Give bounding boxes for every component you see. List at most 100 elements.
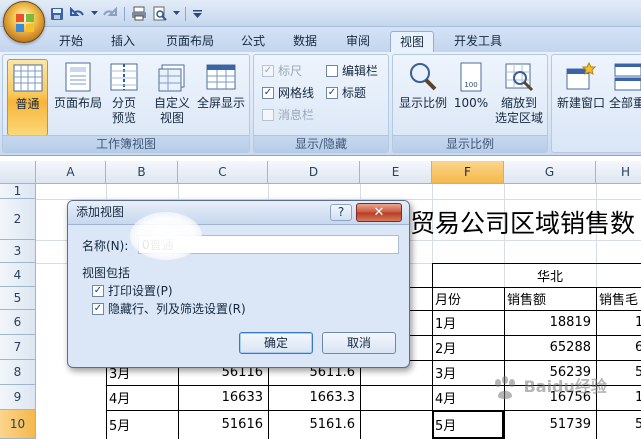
close-icon[interactable]: ✕ <box>356 203 402 222</box>
margin-cell[interactable]: 5 <box>632 360 641 385</box>
row-header-1[interactable]: 1 <box>0 184 36 199</box>
column-header-g[interactable]: G <box>504 161 596 184</box>
column-header-f[interactable]: F <box>432 161 504 184</box>
sales-cell[interactable]: 16633 <box>178 385 268 410</box>
page-break-preview-button[interactable]: 分页 预览 <box>107 59 141 136</box>
sales-cell[interactable]: 65288 <box>504 335 596 360</box>
page-layout-view-label: 页面布局 <box>53 96 102 110</box>
print-settings-checkbox[interactable]: ✓ 打印设置(P) <box>92 282 173 299</box>
page-layout-view-button[interactable]: 页面布局 <box>51 59 105 136</box>
margin-cell[interactable]: 6 <box>632 335 641 360</box>
tab-home[interactable]: 开始 <box>52 31 90 52</box>
row-header-5[interactable]: 5 <box>0 287 36 310</box>
gridlines-checkbox[interactable]: ✓ 网格线 <box>262 84 314 101</box>
row-header-10[interactable]: 10 <box>0 410 36 439</box>
header-sales-cell[interactable]: 销售额 <box>504 287 596 310</box>
row-header-7[interactable]: 7 <box>0 335 36 360</box>
margin-cell[interactable]: 1 <box>632 310 641 335</box>
dialog-body: 名称(N): 视图包括 ✓ 打印设置(P) ✓ 隐藏行、列及筛选设置(R) 确定… <box>72 229 405 363</box>
tab-page-layout[interactable]: 页面布局 <box>158 31 222 52</box>
row-header-4[interactable]: 4 <box>0 263 36 287</box>
zoom-selection-label-2: 选定区域 <box>494 111 543 125</box>
print-preview-dropdown-icon[interactable] <box>172 5 180 23</box>
row-header-6[interactable]: 6 <box>0 310 36 335</box>
new-window-icon <box>566 61 597 90</box>
sales-cell[interactable]: 18819 <box>504 310 596 335</box>
help-button[interactable]: ? <box>330 204 352 221</box>
quick-access-toolbar <box>48 4 203 23</box>
full-screen-label: 全屏显示 <box>196 96 245 110</box>
arrange-all-button[interactable]: 全部重 <box>609 59 641 136</box>
column-header-c[interactable]: C <box>178 161 268 184</box>
undo-dropdown-icon[interactable] <box>90 5 98 23</box>
zoom-to-selection-button[interactable]: 缩放到 选定区域 <box>492 59 546 136</box>
tab-review[interactable]: 审阅 <box>339 31 377 52</box>
print-icon[interactable] <box>130 5 148 23</box>
custom-views-icon <box>158 64 185 92</box>
sales-cell[interactable]: 51739 <box>504 410 596 439</box>
row-header-9[interactable]: 9 <box>0 385 36 410</box>
group-workbook-views: 普通 页面布局 分页 预览 自定义 视图 全屏显示 工作簿视图 <box>2 54 250 153</box>
row-header-3[interactable]: 3 <box>0 240 36 263</box>
month-cell[interactable]: 1月 <box>432 310 504 335</box>
column-header-a[interactable]: A <box>36 161 106 184</box>
normal-view-button[interactable]: 普通 <box>7 59 48 136</box>
select-all-corner[interactable] <box>0 161 36 184</box>
column-header-d[interactable]: D <box>268 161 360 184</box>
ribbon-tabs: 开始 插入 页面布局 公式 数据 审阅 视图 开发工具 <box>0 27 641 52</box>
row-header-2[interactable]: 2 <box>0 199 36 240</box>
page-break-preview-label-2: 预览 <box>111 111 136 125</box>
formula-bar-checkbox[interactable]: 编辑栏 <box>326 62 378 79</box>
zoom-selection-icon <box>505 63 534 92</box>
annotation-highlight <box>130 212 202 260</box>
print-settings-label: 打印设置(P) <box>108 284 173 298</box>
sales-cell[interactable]: 51616 <box>178 410 268 439</box>
view-include-label: 视图包括 <box>82 266 131 280</box>
save-icon[interactable] <box>48 5 66 23</box>
header-month-cell[interactable]: 月份 <box>432 287 504 310</box>
formula-bar-label: 编辑栏 <box>342 64 379 78</box>
ruler-label: 标尺 <box>278 64 303 78</box>
month-cell[interactable]: 5月 <box>106 410 178 439</box>
customize-qat-icon[interactable] <box>191 5 203 23</box>
custom-views-button[interactable]: 自定义 视图 <box>151 59 193 136</box>
normal-view-icon <box>13 64 42 92</box>
region-header-cell[interactable]: 华北 <box>504 263 596 287</box>
cancel-button[interactable]: 取消 <box>322 332 396 354</box>
headings-checkbox[interactable]: ✓ 标题 <box>326 84 366 101</box>
redo-icon[interactable] <box>101 5 119 23</box>
zoom-100-button[interactable]: 100 100% <box>451 59 491 136</box>
sheet-title: 贸易公司区域销售数 <box>410 209 636 238</box>
tab-formulas[interactable]: 公式 <box>234 31 272 52</box>
group-label-zoom: 显示比例 <box>393 135 547 152</box>
page-break-preview-label-1: 分页 <box>111 96 136 110</box>
column-header-e[interactable]: E <box>360 161 432 184</box>
margin-cell[interactable]: 1663.3 <box>268 385 360 410</box>
zoom-selection-label-1: 缩放到 <box>500 96 537 110</box>
group-label-show-hide: 显示/隐藏 <box>254 135 388 152</box>
row-header-8[interactable]: 8 <box>0 360 36 385</box>
tab-view[interactable]: 视图 <box>390 31 434 52</box>
header-margin-cell[interactable]: 销售毛 <box>596 287 641 310</box>
print-preview-icon[interactable] <box>151 5 169 23</box>
qat-separator <box>124 6 125 21</box>
zoom-button[interactable]: 显示比例 <box>396 59 450 136</box>
margin-cell[interactable]: 5161.6 <box>268 410 360 439</box>
tab-developer[interactable]: 开发工具 <box>446 31 510 52</box>
tab-insert[interactable]: 插入 <box>104 31 142 52</box>
month-cell[interactable]: 4月 <box>106 385 178 410</box>
column-header-b[interactable]: B <box>106 161 178 184</box>
margin-cell[interactable]: 1 <box>632 385 641 410</box>
month-cell[interactable]: 2月 <box>432 335 504 360</box>
undo-icon[interactable] <box>69 5 87 23</box>
selected-cell-f10[interactable]: 5月 <box>432 410 504 439</box>
tab-data[interactable]: 数据 <box>286 31 324 52</box>
margin-cell[interactable]: 5 <box>632 410 641 439</box>
hidden-rows-checkbox[interactable]: ✓ 隐藏行、列及筛选设置(R) <box>92 300 246 317</box>
full-screen-button[interactable]: 全屏显示 <box>195 59 247 136</box>
ok-button[interactable]: 确定 <box>239 332 313 354</box>
full-screen-icon <box>206 64 236 90</box>
column-header-h[interactable]: H <box>596 161 641 184</box>
new-window-button[interactable]: 新建窗口 <box>555 59 607 136</box>
office-button[interactable] <box>3 1 45 43</box>
